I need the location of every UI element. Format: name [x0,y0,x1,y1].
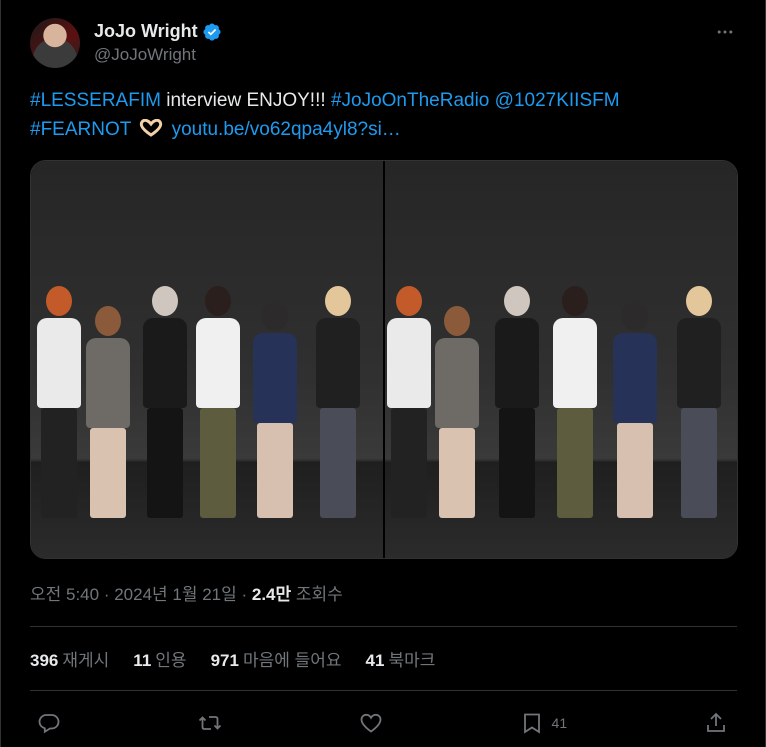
stat-value: 11 [133,651,152,670]
views-count: 2.4만 [251,585,292,604]
share-icon [707,712,725,732]
tweet-date[interactable]: 2024년 1월 21일 [114,585,237,604]
author-info: JoJo Wright @JoJoWright [94,21,222,65]
person-figure [196,286,240,518]
person-figure [677,286,721,518]
stat-value: 41 [365,651,385,670]
stat-likes[interactable]: 971 마음에 들어요 [211,646,342,671]
divider [30,626,737,627]
stat-bookmarks[interactable]: 41 북마크 [366,646,436,671]
media-grid [30,160,738,559]
heart-hands-emoji-icon [140,119,163,137]
separator: · [236,585,252,604]
bookmark-button[interactable]: 41 [520,711,568,735]
action-bar: 41 [37,706,728,740]
engagement-stats: 396 재게시 11 인용 971 마음에 들어요 41 북마크 [30,646,459,671]
repost-icon [198,716,221,730]
divider [30,690,737,691]
person-figure [435,306,479,518]
person-figure [553,286,597,518]
like-button[interactable] [359,711,383,735]
hashtag-jojoontheradio[interactable]: #JoJoOnTheRadio [331,90,489,111]
bookmark-icon [523,713,540,734]
stat-label: 북마크 [388,651,436,670]
stat-value: 396 [30,651,59,670]
hashtag-lesserafim[interactable]: #LESSERAFIM [30,90,161,111]
person-figure [495,286,539,518]
person-figure [86,306,130,518]
name-row: JoJo Wright [94,21,222,42]
person-figure [387,286,431,518]
heart-icon [360,713,382,733]
tweet-time[interactable]: 오전 5:40 [30,585,99,604]
stat-label: 재게시 [62,651,110,670]
more-dots-icon[interactable] [713,20,737,44]
separator: · [99,585,115,604]
person-figure [253,301,297,518]
photo-1[interactable] [31,161,383,558]
external-link[interactable]: youtu.be/vo62qpa4yl8?si… [172,119,401,140]
hashtag-fearnot[interactable]: #FEARNOT [30,119,131,140]
mention-1027kiisfm[interactable]: @1027KIISFM [495,90,620,111]
handle[interactable]: @JoJoWright [94,45,222,65]
bookmark-count: 41 [551,715,568,731]
views-label: 조회수 [291,585,343,604]
stat-reposts[interactable]: 396 재게시 [30,646,109,671]
reply-button[interactable] [37,711,61,735]
stat-quotes[interactable]: 11 인용 [133,646,186,671]
tweet-text: #LESSERAFIM interview ENJOY!!! #JoJoOnTh… [30,86,730,144]
person-figure [613,301,657,518]
tweet-timestamp-views: 오전 5:40 · 2024년 1월 21일 · 2.4만 조회수 [30,580,343,605]
avatar[interactable] [30,18,80,68]
stat-label: 마음에 들어요 [242,651,342,670]
stat-label: 인용 [155,651,187,670]
tweet-body-text: interview ENJOY!!! [160,90,331,111]
display-name[interactable]: JoJo Wright [94,21,198,42]
repost-button[interactable] [198,711,222,735]
share-button[interactable] [704,711,728,735]
stat-value: 971 [210,651,239,670]
tweet-header: JoJo Wright @JoJoWright [30,16,737,70]
verified-badge-icon[interactable] [202,22,222,42]
tweet-detail: JoJo Wright @JoJoWright #LESSERAFIM inte… [0,0,766,747]
photo-2[interactable] [385,161,737,558]
person-figure [316,286,360,518]
reply-icon [38,714,60,734]
person-figure [143,286,187,518]
person-figure [37,286,81,518]
